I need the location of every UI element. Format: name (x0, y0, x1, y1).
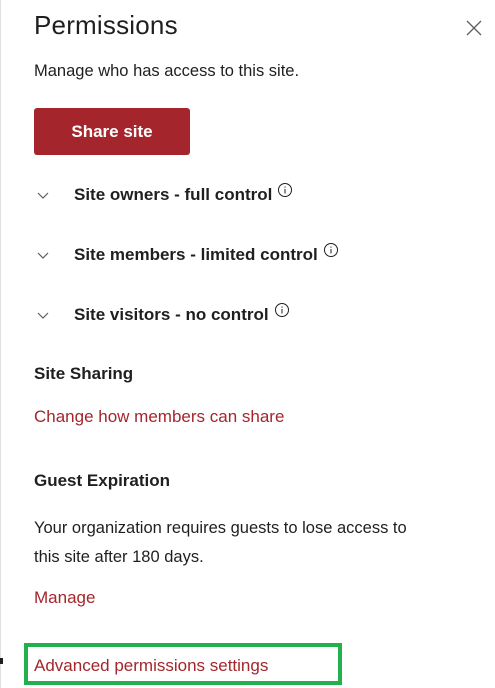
permissions-page: Permissions Manage who has access to thi… (0, 0, 495, 688)
group-label: Site visitors - no control (74, 305, 269, 324)
manage-link[interactable]: Manage (34, 588, 95, 608)
group-label: Site owners - full control (74, 185, 273, 204)
group-site-owners[interactable]: Site owners - full control (34, 180, 474, 210)
edge-marker (0, 658, 3, 664)
group-site-members[interactable]: Site members - limited control (34, 240, 474, 270)
panel-divider (0, 0, 1, 688)
site-sharing-heading: Site Sharing (34, 364, 134, 383)
chevron-down-icon (36, 188, 50, 202)
chevron-down-icon (36, 308, 50, 322)
info-icon[interactable] (323, 242, 339, 258)
guest-expiration-heading: Guest Expiration (34, 471, 171, 490)
share-site-button[interactable]: Share site (34, 108, 190, 155)
group-label: Site members - limited control (74, 245, 318, 264)
panel-subtitle: Manage who has access to this site. (34, 62, 300, 80)
chevron-down-icon (36, 248, 50, 262)
panel-title: Permissions (34, 10, 178, 40)
change-sharing-link[interactable]: Change how members can share (34, 407, 284, 427)
info-icon[interactable] (274, 302, 290, 318)
info-icon[interactable] (277, 182, 293, 198)
close-icon[interactable] (462, 16, 486, 40)
highlight-box (24, 643, 342, 685)
group-site-visitors[interactable]: Site visitors - no control (34, 300, 474, 330)
guest-expiration-text: Your organization requires guests to los… (34, 519, 407, 566)
